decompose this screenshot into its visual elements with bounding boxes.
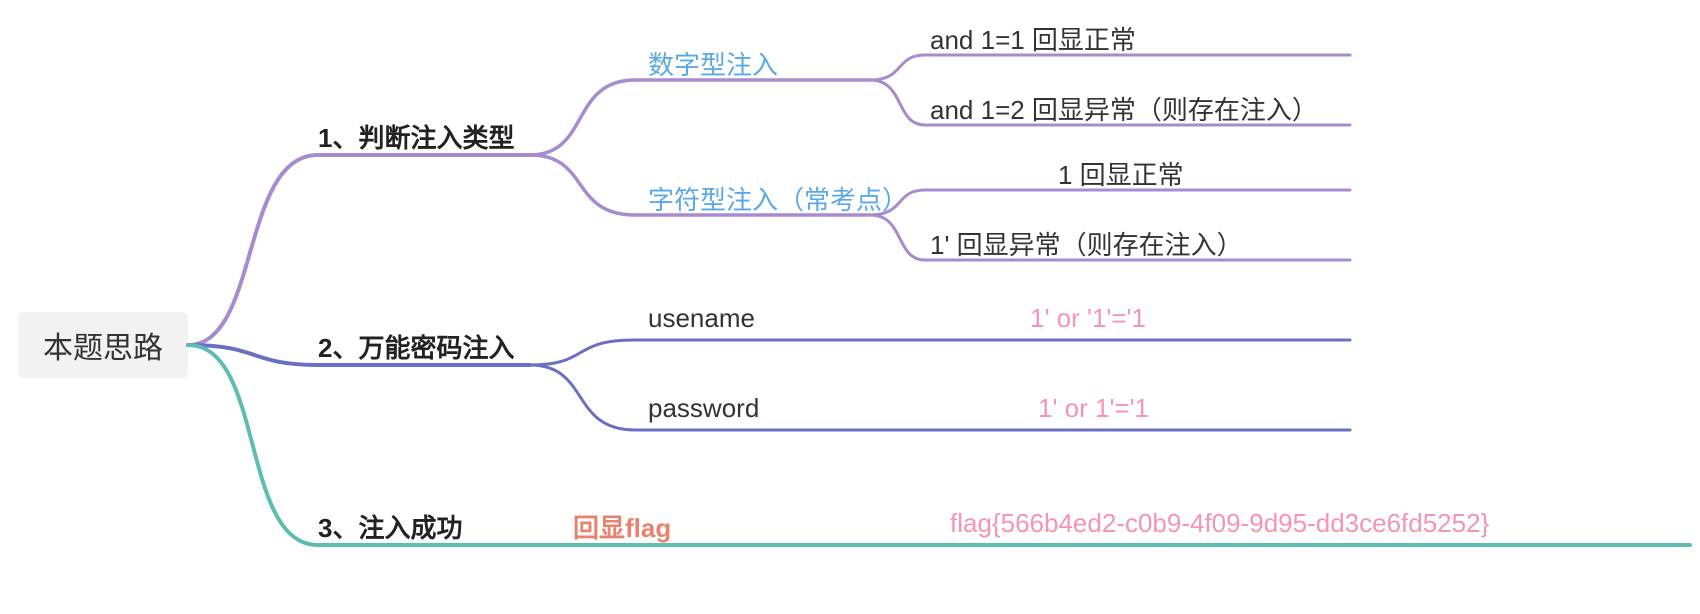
branch-1-0-leaf-0[interactable]: and 1=1 回显正常 <box>930 20 1136 57</box>
branch-2-child-1-value[interactable]: 1' or 1'='1 <box>1038 393 1149 424</box>
branch-2-child-0-label[interactable]: usename <box>648 303 755 334</box>
leaf-text: 1' 回显异常（则存在注入） <box>930 230 1243 260</box>
branch-1-label[interactable]: 1、判断注入类型 <box>318 118 514 155</box>
branch-3-child-0-value[interactable]: flag{566b4ed2-c0b9-4f09-9d95-dd3ce6fd525… <box>950 508 1489 539</box>
branch-2-child-1-label[interactable]: password <box>648 393 759 424</box>
branch-3-label[interactable]: 3、注入成功 <box>318 508 462 545</box>
branch-1-text: 1、判断注入类型 <box>318 123 514 153</box>
flag-value: flag{566b4ed2-c0b9-4f09-9d95-dd3ce6fd525… <box>950 508 1489 538</box>
branch-1-0-leaf-1[interactable]: and 1=2 回显异常（则存在注入） <box>930 90 1318 127</box>
leaf-text: 1 回显正常 <box>1058 160 1184 190</box>
flag-echo-label: 回显flag <box>573 513 671 543</box>
branch-2-label[interactable]: 2、万能密码注入 <box>318 328 514 365</box>
username-label: usename <box>648 303 755 333</box>
leaf-text: and 1=2 回显异常（则存在注入） <box>930 95 1318 125</box>
branch-1-child-1-label[interactable]: 字符型注入（常考点） <box>648 180 908 217</box>
username-value: 1' or '1'='1 <box>1030 303 1146 333</box>
string-injection-text: 字符型注入（常考点） <box>648 185 908 215</box>
branch-2-text: 2、万能密码注入 <box>318 333 514 363</box>
branch-1-1-leaf-0[interactable]: 1 回显正常 <box>1058 155 1184 192</box>
branch-1-child-0-label[interactable]: 数字型注入 <box>648 45 778 82</box>
numeric-injection-text: 数字型注入 <box>648 50 778 80</box>
branch-3-child-0-label[interactable]: 回显flag <box>573 508 671 545</box>
password-label: password <box>648 393 759 423</box>
branch-1-1-leaf-1[interactable]: 1' 回显异常（则存在注入） <box>930 225 1243 262</box>
branch-3-text: 3、注入成功 <box>318 513 462 543</box>
branch-2-child-0-value[interactable]: 1' or '1'='1 <box>1030 303 1146 334</box>
leaf-text: and 1=1 回显正常 <box>930 25 1136 55</box>
password-value: 1' or 1'='1 <box>1038 393 1149 423</box>
